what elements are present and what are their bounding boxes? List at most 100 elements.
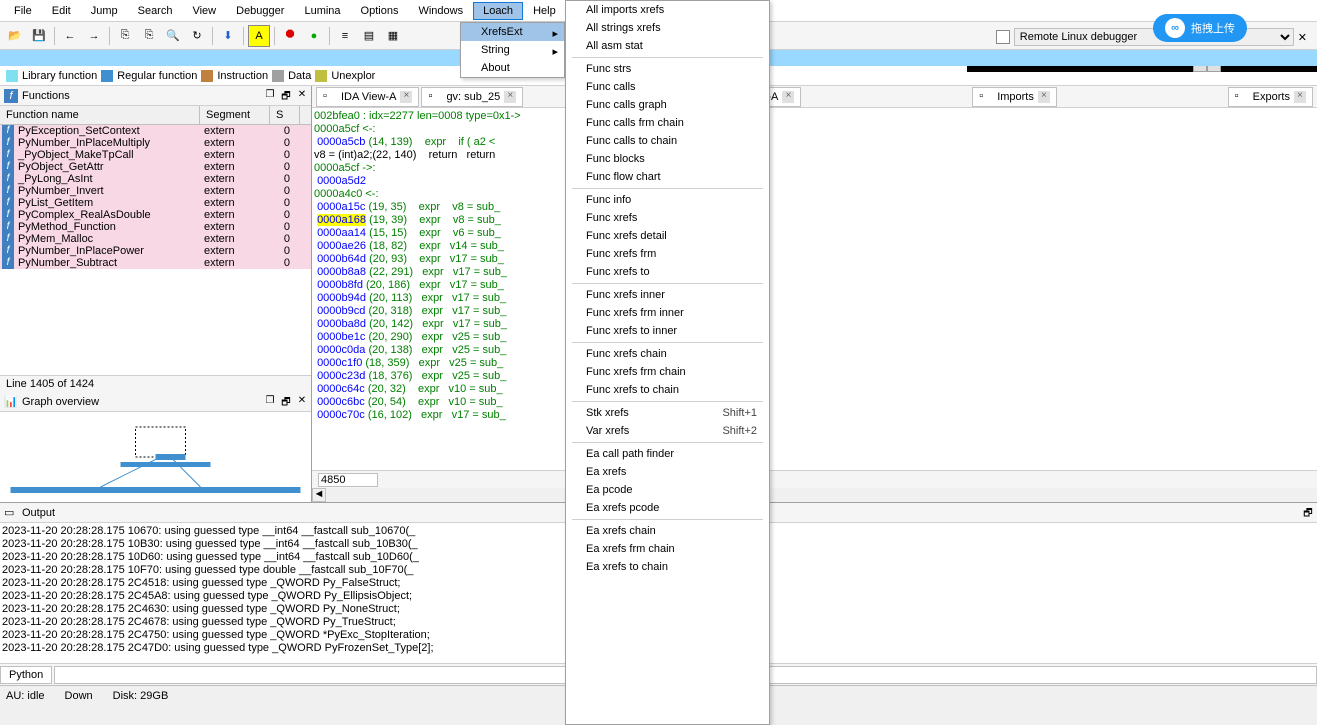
menu-item[interactable]: Func blocks [566, 150, 769, 168]
function-row[interactable]: PyMem_Mallocextern0 [0, 233, 311, 245]
function-row[interactable]: PyComplex_RealAsDoubleextern0 [0, 209, 311, 221]
menu-windows[interactable]: Windows [408, 2, 473, 20]
function-row[interactable]: PyObject_GetAttrextern0 [0, 161, 311, 173]
function-row[interactable]: PyNumber_InPlacePowerextern0 [0, 245, 311, 257]
menu-item-xrefsext[interactable]: XrefsExt▸ [461, 23, 564, 41]
paste-icon[interactable]: ⎘ [138, 25, 160, 47]
function-row[interactable]: PyNumber_InPlaceMultiplyextern0 [0, 137, 311, 149]
menu-file[interactable]: File [4, 2, 42, 20]
close-icon[interactable]: ✕ [295, 89, 309, 103]
loach-menu[interactable]: XrefsExt▸String▸About [460, 22, 565, 78]
list-icon[interactable]: ≡ [334, 25, 356, 47]
function-row[interactable]: PyList_GetItemextern0 [0, 197, 311, 209]
function-row[interactable]: PyNumber_Invertextern0 [0, 185, 311, 197]
window-icon[interactable]: ❐ [263, 395, 277, 409]
menu-options[interactable]: Options [351, 2, 409, 20]
menu-item[interactable]: Func xrefs to [566, 263, 769, 281]
menu-item[interactable]: Func calls to chain [566, 132, 769, 150]
function-row[interactable]: PyNumber_Subtractextern0 [0, 257, 311, 269]
menu-item[interactable]: Func xrefs [566, 209, 769, 227]
close-icon[interactable]: × [1038, 91, 1050, 103]
close-icon[interactable]: × [400, 91, 412, 103]
function-row[interactable]: _PyObject_MakeTpCallextern0 [0, 149, 311, 161]
menu-debugger[interactable]: Debugger [226, 2, 294, 20]
copy-icon[interactable]: ⎘ [114, 25, 136, 47]
menu-item[interactable]: Func xrefs to inner [566, 322, 769, 340]
menu-item[interactable]: Func xrefs frm inner [566, 304, 769, 322]
col-name[interactable]: Function name [0, 106, 200, 124]
menu-item[interactable]: Func calls graph [566, 96, 769, 114]
panel2-icon[interactable]: ▦ [382, 25, 404, 47]
stop-icon[interactable]: ⯃ [279, 25, 301, 47]
menu-view[interactable]: View [182, 2, 226, 20]
menu-loach[interactable]: Loach [473, 2, 523, 20]
debugger-checkbox[interactable] [996, 30, 1010, 44]
col-segment[interactable]: Segment [200, 106, 270, 124]
menu-item-about[interactable]: About [461, 59, 564, 77]
menu-item[interactable]: Func xrefs detail [566, 227, 769, 245]
menu-item[interactable]: Func flow chart [566, 168, 769, 186]
menu-item[interactable]: Stk xrefsShift+1 [566, 404, 769, 422]
menu-edit[interactable]: Edit [42, 2, 81, 20]
menu-item[interactable]: Func strs [566, 60, 769, 78]
menu-item[interactable]: Func xrefs inner [566, 286, 769, 304]
tab-ida-view-a[interactable]: ▫IDA View-A× [316, 87, 419, 107]
menu-item-string[interactable]: String▸ [461, 41, 564, 59]
tab-gv-sub_25[interactable]: ▫gv: sub_25× [421, 87, 523, 107]
down-icon[interactable]: ⬇ [217, 25, 239, 47]
function-row[interactable]: PyMethod_Functionextern0 [0, 221, 311, 233]
menu-item[interactable]: Ea xrefs frm chain [566, 540, 769, 558]
menu-item[interactable]: Func calls frm chain [566, 114, 769, 132]
menu-help[interactable]: Help [523, 2, 566, 20]
run-icon[interactable]: ● [303, 25, 325, 47]
panel-icon[interactable]: ▤ [358, 25, 380, 47]
functions-header[interactable]: Function name Segment S [0, 106, 311, 125]
restore-icon[interactable]: 🗗 [279, 89, 293, 103]
menu-item[interactable]: Func xrefs frm chain [566, 363, 769, 381]
function-row[interactable]: _PyLong_AsIntextern0 [0, 173, 311, 185]
menu-item[interactable]: Func xrefs chain [566, 345, 769, 363]
upload-badge[interactable]: ∞ 拖拽上传 [1153, 14, 1247, 42]
menu-item[interactable]: Var xrefsShift+2 [566, 422, 769, 440]
disassembly-view[interactable]: 002bfea0 : idx=2277 len=0008 type=0x1->0… [312, 108, 1317, 470]
menu-item[interactable]: Ea xrefs chain [566, 522, 769, 540]
close-icon[interactable]: ✕ [1298, 31, 1307, 44]
graph-overview[interactable] [0, 412, 311, 502]
save-icon[interactable]: 💾 [28, 25, 50, 47]
restore-icon[interactable]: 🗗 [279, 395, 293, 409]
tab-imports[interactable]: ▫Imports× [972, 87, 1057, 107]
functions-list[interactable]: PyException_SetContextextern0PyNumber_In… [0, 125, 311, 305]
window-icon[interactable]: ❐ [263, 89, 277, 103]
tab-exports[interactable]: ▫Exports× [1228, 87, 1313, 107]
find-icon[interactable]: 🔍 [162, 25, 184, 47]
close-icon[interactable]: ✕ [295, 395, 309, 409]
python-button[interactable]: Python [0, 666, 52, 684]
back-icon[interactable]: ← [59, 25, 81, 47]
restore-icon[interactable]: 🗗 [1301, 506, 1315, 520]
scroll-left-icon[interactable]: ◄ [312, 488, 326, 502]
fwd-icon[interactable]: → [83, 25, 105, 47]
menu-item[interactable]: Func info [566, 191, 769, 209]
menu-item[interactable]: Ea xrefs to chain [566, 558, 769, 576]
menu-item[interactable]: Func xrefs frm [566, 245, 769, 263]
menu-item[interactable]: Ea pcode [566, 481, 769, 499]
menu-search[interactable]: Search [128, 2, 183, 20]
menu-item[interactable]: Ea xrefs pcode [566, 499, 769, 517]
function-row[interactable]: PyException_SetContextextern0 [0, 125, 311, 137]
highlight-icon[interactable]: A [248, 25, 270, 47]
position-input[interactable] [318, 473, 378, 487]
refresh-icon[interactable]: ↻ [186, 25, 208, 47]
close-icon[interactable]: × [1294, 91, 1306, 103]
menu-item[interactable]: Func calls [566, 78, 769, 96]
menu-item[interactable]: Func xrefs to chain [566, 381, 769, 399]
open-icon[interactable]: 📂 [4, 25, 26, 47]
close-icon[interactable]: × [504, 91, 516, 103]
close-icon[interactable]: × [782, 91, 794, 103]
menu-item[interactable]: All asm stat [566, 37, 769, 55]
menu-item[interactable]: All imports xrefs [566, 1, 769, 19]
menu-item[interactable]: Ea xrefs [566, 463, 769, 481]
xrefsext-submenu[interactable]: All imports xrefsAll strings xrefsAll as… [565, 0, 770, 725]
menu-jump[interactable]: Jump [81, 2, 128, 20]
menu-item[interactable]: Ea call path finder [566, 445, 769, 463]
menu-item[interactable]: All strings xrefs [566, 19, 769, 37]
